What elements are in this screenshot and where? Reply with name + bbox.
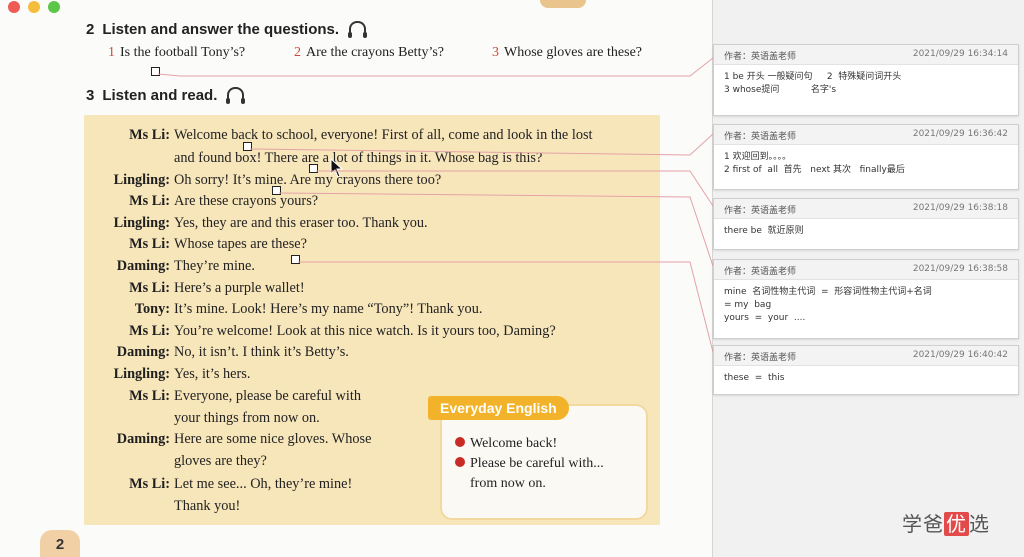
- minimize-button[interactable]: [28, 1, 40, 13]
- annotation-header: 作者：英语盖老师 2021/09/29 16:36:42: [714, 125, 1018, 145]
- annotation-body: 1 be 开头 一般疑问句 2 特殊疑问词开头 3 whose提问 名字's: [724, 72, 902, 95]
- annotation-header: 作者：英语盖老师 2021/09/29 16:38:58: [714, 260, 1018, 280]
- annotation-body: these = this: [724, 373, 785, 383]
- annotation-body: there be 就近原则: [724, 226, 804, 236]
- annotation-header: 作者：英语盖老师 2021/09/29 16:38:18: [714, 199, 1018, 219]
- annotation-card[interactable]: 作者：英语盖老师 2021/09/29 16:40:42 these = this: [713, 345, 1019, 395]
- annotation-card[interactable]: 作者：英语盖老师 2021/09/29 16:38:58 mine 名词性物主代词…: [713, 259, 1019, 339]
- close-button[interactable]: [8, 1, 20, 13]
- watermark-logo: 学爸优选: [902, 512, 990, 536]
- maximize-button[interactable]: [48, 1, 60, 13]
- annotation-card[interactable]: 作者：英语盖老师 2021/09/29 16:38:18 there be 就近原…: [713, 198, 1019, 250]
- app-window: 2 Listen and answer the questions. 1 Is th…: [0, 0, 1024, 557]
- annotation-card[interactable]: 作者：英语盖老师 2021/09/29 16:34:14 1 be 开头 一般疑问…: [713, 44, 1019, 116]
- annotation-card[interactable]: 作者：英语盖老师 2021/09/29 16:36:42 1 欢迎回到。。。。 2…: [713, 124, 1019, 190]
- annotation-header: 作者：英语盖老师 2021/09/29 16:34:14: [714, 45, 1018, 65]
- annotation-body: mine 名词性物主代词 = 形容词性物主代词+名词 = my bag your…: [724, 287, 932, 323]
- annotation-header: 作者：英语盖老师 2021/09/29 16:40:42: [714, 346, 1018, 366]
- window-controls: [8, 1, 60, 13]
- annotation-body: 1 欢迎回到。。。。 2 first of all 首先 next 其次 fin…: [724, 152, 905, 175]
